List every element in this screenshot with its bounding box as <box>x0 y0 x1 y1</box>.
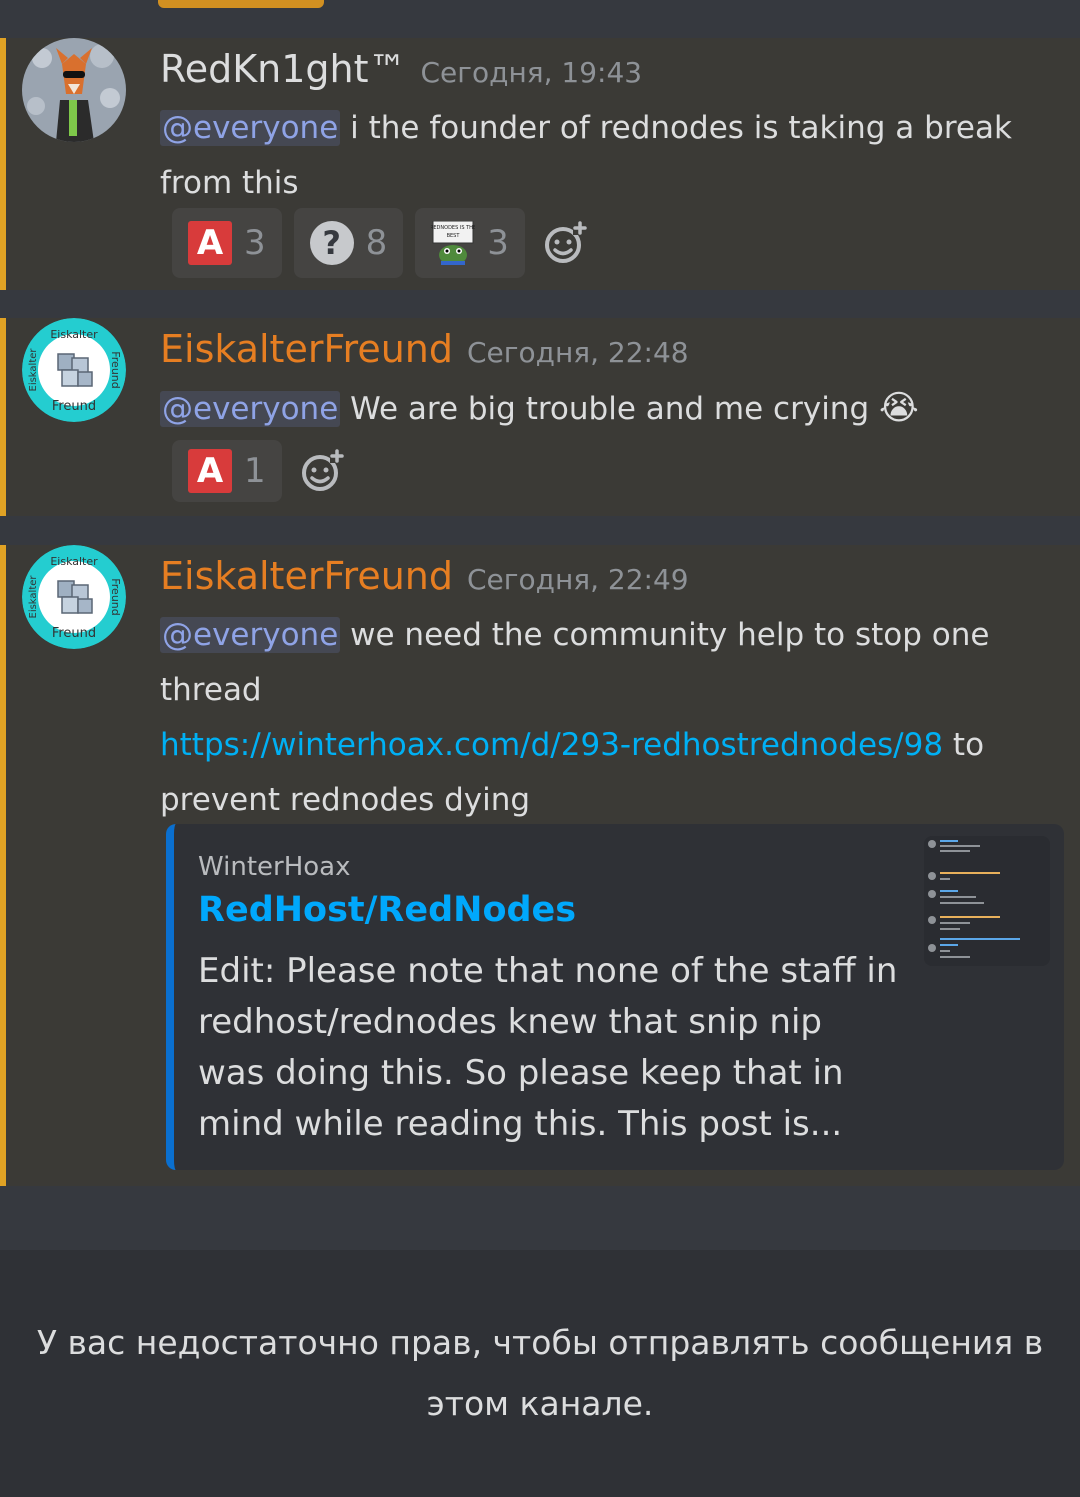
timestamp: Сегодня, 22:48 <box>467 336 689 369</box>
letter-a-emoji-icon: A <box>188 449 232 493</box>
embed-thumbnail[interactable] <box>924 836 1050 966</box>
avatar-text-bottom: Freund <box>52 399 96 414</box>
timestamp: Сегодня, 22:49 <box>467 563 689 596</box>
message-text: i the founder of rednodes is taking a br… <box>340 110 1012 146</box>
reaction-count: 3 <box>244 223 266 263</box>
username-text[interactable]: EiskalterFreund <box>160 554 453 598</box>
reaction-a[interactable]: A 3 <box>172 208 282 278</box>
svg-text:BEST: BEST <box>447 233 461 239</box>
message-text-continued: thread <box>160 672 262 708</box>
message-content: @everyone We are big trouble and me cryi… <box>160 381 1062 437</box>
timestamp: Сегодня, 19:43 <box>420 56 643 89</box>
avatar-text-top: Eiskalter <box>50 555 98 568</box>
embed-title[interactable]: RedHost/RedNodes <box>198 890 576 930</box>
avatar[interactable] <box>22 38 126 142</box>
pepe-sign-emoji-icon: REDNODES IS THE BEST <box>430 220 476 265</box>
question-mark-emoji-icon: ? <box>309 221 354 265</box>
username[interactable]: EiskalterFreund Сегодня, 22:49 <box>160 553 689 603</box>
avatar[interactable]: Eiskalter Freund Eiskalter Freund <box>22 545 126 649</box>
reactions-bar: A 1 <box>172 436 350 506</box>
add-reaction-button[interactable] <box>537 215 593 271</box>
username[interactable]: RedKn1ght™ Сегодня, 19:43 <box>160 46 642 96</box>
message-text-after-link: to <box>943 727 985 763</box>
message[interactable]: RedKn1ght™ Сегодня, 19:43 @everyone i the… <box>0 38 1080 290</box>
previous-username-fragment <box>158 0 324 8</box>
add-reaction-icon <box>301 449 344 491</box>
message-text: we need the community help to stop one <box>340 617 990 653</box>
message[interactable]: Eiskalter Freund Eiskalter Freund Eiskal… <box>0 545 1080 1186</box>
reaction-count: 1 <box>244 451 266 491</box>
reaction-count: 3 <box>487 223 509 263</box>
avatar-text-left: Eiskalter <box>28 348 39 392</box>
message-content: @everyone we need the community help to … <box>160 608 1062 828</box>
previous-message-fragment <box>0 0 1080 38</box>
username-text[interactable]: EiskalterFreund <box>160 327 453 371</box>
svg-text:REDNODES IS THE: REDNODES IS THE <box>431 225 475 231</box>
everyone-mention[interactable]: @everyone <box>160 391 341 427</box>
link-embed[interactable]: WinterHoax RedHost/RedNodes Edit: Please… <box>166 824 1064 1170</box>
reaction-a[interactable]: A 1 <box>172 440 282 502</box>
message-text: We are big trouble and me crying <box>340 391 870 427</box>
avatar-text-right: Freund <box>109 351 122 389</box>
add-reaction-icon <box>544 221 587 263</box>
add-reaction-button[interactable] <box>294 443 350 499</box>
message-text-continued: from this <box>160 165 299 201</box>
message-content: @everyone i the founder of rednodes is t… <box>160 101 1062 211</box>
everyone-mention[interactable]: @everyone <box>160 110 341 146</box>
message[interactable]: Eiskalter Freund Eiskalter Freund Eiskal… <box>0 318 1080 516</box>
reaction-pepe-sign[interactable]: REDNODES IS THE BEST 3 <box>415 208 525 278</box>
message-text-end: prevent rednodes dying <box>160 782 531 818</box>
embed-description: Edit: Please note that none of the staff… <box>198 951 898 1144</box>
reaction-question[interactable]: ? 8 <box>293 208 404 278</box>
everyone-mention[interactable]: @everyone <box>160 617 341 653</box>
no-permission-notice: У вас недостаточно прав, чтобы отправлят… <box>36 1323 1044 1423</box>
letter-a-emoji-icon: A <box>188 221 232 265</box>
avatar-text-right: Freund <box>109 578 122 616</box>
username[interactable]: EiskalterFreund Сегодня, 22:48 <box>160 326 689 376</box>
reactions-bar: A 3 ? 8 REDNODES IS THE BEST 3 <box>172 208 593 278</box>
loudly-crying-emoji-icon: 😭 <box>879 388 919 428</box>
avatar[interactable]: Eiskalter Freund Eiskalter Freund <box>22 318 126 422</box>
embed-provider[interactable]: WinterHoax <box>198 852 351 882</box>
reaction-count: 8 <box>365 223 388 263</box>
avatar-text-bottom: Freund <box>52 626 96 641</box>
username-text[interactable]: RedKn1ght™ <box>160 47 406 91</box>
thread-link[interactable]: https://winterhoax.com/d/293-redhostredn… <box>160 727 943 763</box>
avatar-text-top: Eiskalter <box>50 328 98 341</box>
avatar-text-left: Eiskalter <box>28 575 39 619</box>
